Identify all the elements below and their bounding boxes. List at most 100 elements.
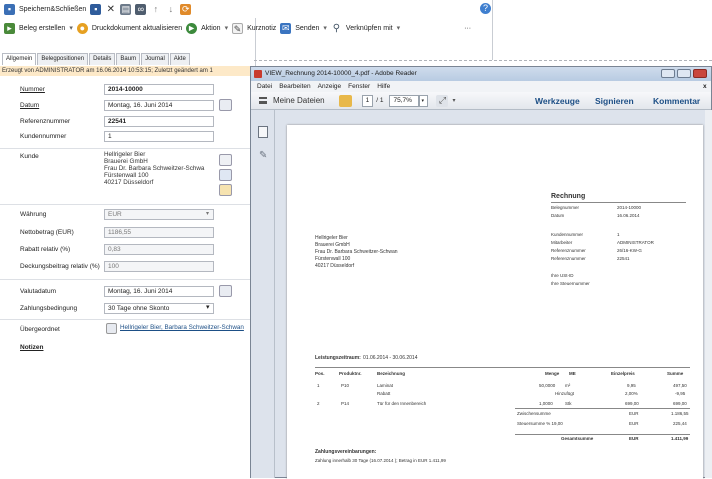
divider	[0, 204, 256, 205]
arrow-down-icon[interactable]: ↓	[165, 3, 177, 15]
fit-page-icon[interactable]: ⤢	[436, 94, 449, 107]
save-icon[interactable]: ▪	[90, 3, 102, 15]
uebergeordnet-link[interactable]: Hellrigeler Bier, Barbara Schweitzer-Sch…	[120, 324, 256, 331]
reader-title-bar: VIEW_Rechnung 2014-10000_4.pdf - Adobe R…	[251, 67, 711, 81]
table-cell: 497,50	[673, 383, 687, 388]
arrow-up-icon[interactable]: ↑	[150, 3, 162, 15]
calendar-icon[interactable]	[219, 285, 232, 297]
chevron-down-icon[interactable]: ▾	[452, 97, 455, 104]
table-cell: 2	[317, 401, 320, 406]
save-icon[interactable]: ▪	[4, 3, 15, 15]
tab-allgemein[interactable]: Allgemein	[2, 53, 37, 65]
kommentar-button[interactable]: Kommentar	[653, 96, 700, 106]
druckdokument-button[interactable]: Druckdokument aktualisieren	[92, 25, 182, 32]
leistungszeitraum-value: 01.06.2014 - 30.06.2014	[363, 355, 418, 361]
uebergeordnet-label: Übergeordnet	[20, 326, 60, 333]
print-icon[interactable]: ▤	[120, 3, 132, 15]
action-toolbar: ▸ Beleg erstellen ▾ ● Druckdokument aktua…	[0, 19, 492, 37]
aktion-button[interactable]: Aktion	[201, 25, 220, 32]
reader-title: VIEW_Rechnung 2014-10000_4.pdf - Adobe R…	[265, 70, 417, 77]
chevron-down-icon[interactable]: ▾	[225, 24, 229, 32]
zoom-select[interactable]: 75,7%	[389, 94, 420, 107]
meta-value: 16.06.2014	[617, 213, 640, 218]
tab-journal[interactable]: Journal	[141, 53, 169, 65]
meta-label: Mitarbeiter	[551, 240, 573, 245]
close-icon[interactable]: x	[703, 81, 707, 92]
meine-dateien-button[interactable]: Meine Dateien	[273, 96, 325, 105]
werkzeuge-button[interactable]: Werkzeuge	[535, 96, 580, 106]
kundennummer-field[interactable]: 1	[104, 131, 214, 142]
pdf-page: Rechnung Belegnummer 2014-10000 Datum 16…	[287, 125, 703, 479]
calendar-icon[interactable]	[219, 99, 232, 111]
menu-fenster[interactable]: Fenster	[348, 81, 370, 92]
page-thumbnail-icon[interactable]	[258, 126, 268, 138]
chevron-down-icon[interactable]: ▾	[69, 24, 73, 32]
table-cell: m²	[565, 383, 571, 388]
menu-bearbeiten[interactable]: Bearbeiten	[279, 81, 310, 92]
tab-details[interactable]: Details	[89, 53, 116, 65]
valuta-field[interactable]: Montag, 16. Juni 2014	[104, 286, 214, 297]
tab-akte[interactable]: Akte	[169, 53, 190, 65]
waehrung-label: Währung	[20, 211, 47, 218]
tab-belegpositionen[interactable]: Belegpositionen	[37, 53, 89, 65]
close-icon[interactable]	[693, 69, 707, 78]
menu-hilfe[interactable]: Hilfe	[377, 81, 390, 92]
pen-icon[interactable]: ✎	[259, 150, 267, 161]
senden-button[interactable]: Senden	[295, 25, 319, 32]
nummer-field[interactable]: 2014-10000	[104, 84, 214, 95]
table-cell: 1	[317, 383, 320, 388]
signieren-button[interactable]: Signieren	[595, 96, 634, 106]
referenz-field[interactable]: 22541	[104, 116, 214, 127]
minimize-icon[interactable]	[661, 69, 675, 78]
search-customer-icon[interactable]	[219, 169, 232, 181]
help-icon[interactable]: ?	[480, 3, 491, 14]
menu-icon[interactable]	[259, 97, 267, 104]
kunde-address[interactable]: Hellrigeler Bier Brauerei GmbH Frau Dr. …	[104, 151, 214, 197]
waehrung-select[interactable]: EUR	[104, 209, 214, 220]
beleg-erstellen-button[interactable]: Beleg erstellen	[19, 25, 65, 32]
page-number-input[interactable]: 1	[361, 94, 374, 107]
refresh-icon[interactable]: ⟳	[180, 3, 192, 15]
link-icon	[106, 323, 117, 334]
tab-baum[interactable]: Baum	[116, 53, 141, 65]
chevron-down-icon[interactable]: ▾	[206, 210, 209, 217]
menu-anzeige[interactable]: Anzeige	[318, 81, 342, 92]
menu-datei[interactable]: Datei	[257, 81, 272, 92]
binoculars-icon[interactable]: ∞	[135, 3, 147, 15]
chevron-down-icon[interactable]: ▾	[323, 24, 327, 32]
vertical-scrollbar[interactable]	[705, 110, 712, 478]
chevron-down-icon[interactable]: ▾	[419, 94, 429, 107]
meta-label: Referenznummer	[551, 256, 586, 261]
kurznotiz-button[interactable]: Kurznotiz	[247, 25, 276, 32]
chevron-down-icon[interactable]: ▾	[206, 303, 210, 311]
table-cell: 1,0000	[539, 401, 553, 406]
more-button[interactable]: ···	[464, 25, 471, 32]
deckung-field: 100	[104, 261, 214, 272]
steuer-label: Steuersumme % 19,00	[517, 421, 563, 426]
divider	[315, 367, 690, 368]
table-cell: 9,95	[627, 383, 636, 388]
maximize-icon[interactable]	[677, 69, 691, 78]
verknuepfen-button[interactable]: Verknüpfen mit	[346, 25, 393, 32]
kunde-line: Brauerei GmbH	[104, 158, 148, 165]
address-line: Frau Dr. Barbara Schweitzer-Schwan	[315, 249, 398, 255]
zahlung-select[interactable]: 30 Tage ohne Skonto	[104, 303, 214, 314]
meta-value: 2014-10000	[617, 205, 642, 210]
divider	[551, 202, 686, 203]
zwischensumme-value: 1.186,55	[671, 411, 689, 416]
copy-icon[interactable]	[219, 154, 232, 166]
notizen-label: Notizen	[20, 344, 44, 351]
print-icon[interactable]	[338, 94, 352, 107]
reader-toolbar: Meine Dateien 1 / 1 75,7% ▾ ⤢ ▾ Werkzeug…	[251, 92, 711, 110]
datum-field[interactable]: Montag, 16. Juni 2014	[104, 100, 214, 111]
table-cell: -9,95	[675, 391, 686, 396]
meta-label: Referenznummer	[551, 248, 586, 253]
table-cell: Tür für den Innenbereich	[377, 401, 427, 406]
column-header: ME	[569, 371, 576, 376]
chevron-down-icon[interactable]: ▾	[397, 24, 401, 32]
table-cell: P14	[341, 401, 350, 406]
close-icon[interactable]: ✕	[105, 3, 117, 15]
adobe-icon	[254, 70, 262, 78]
save-close-button[interactable]: Speichern&Schließen	[19, 6, 86, 13]
edit-customer-icon[interactable]	[219, 184, 232, 196]
